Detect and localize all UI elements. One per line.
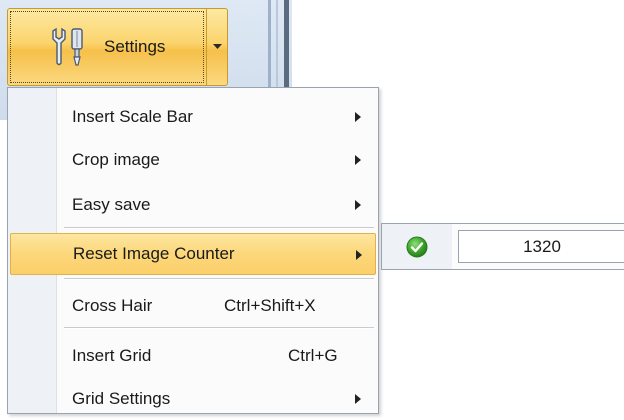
settings-split-button[interactable]: Settings xyxy=(7,8,228,86)
image-counter-input[interactable] xyxy=(458,230,624,263)
settings-label: Settings xyxy=(104,37,166,56)
menu-item-shortcut: Ctrl+Shift+X xyxy=(224,296,316,315)
settings-button[interactable]: Settings xyxy=(8,9,206,85)
menu-item-label: Insert Scale Bar xyxy=(72,107,193,126)
menu-separator xyxy=(64,227,374,229)
menu-item-label: Crop image xyxy=(72,150,160,169)
settings-dropdown-menu: Insert Scale Bar Crop image Easy save Re… xyxy=(7,87,379,414)
ribbon-divider xyxy=(276,0,278,96)
menu-separator xyxy=(64,327,374,329)
menu-item-insert-scale-bar[interactable]: Insert Scale Bar xyxy=(8,96,378,138)
menu-item-easy-save[interactable]: Easy save xyxy=(8,184,378,226)
chevron-down-icon xyxy=(213,44,222,49)
submenu-arrow-icon xyxy=(355,112,361,122)
menu-separator xyxy=(64,278,374,280)
menu-item-label: Insert Grid xyxy=(72,346,152,365)
wrench-screwdriver-icon xyxy=(52,27,83,66)
reset-counter-submenu xyxy=(381,223,624,270)
menu-item-reset-image-counter[interactable]: Reset Image Counter xyxy=(10,233,376,275)
menu-item-label: Cross Hair xyxy=(72,296,153,315)
menu-item-label: Grid Settings xyxy=(72,389,171,408)
submenu-arrow-icon xyxy=(356,250,362,260)
settings-dropdown-arrow[interactable] xyxy=(206,9,228,85)
menu-item-shortcut: Ctrl+G xyxy=(288,346,338,365)
green-check-icon[interactable] xyxy=(406,236,428,258)
ribbon-divider xyxy=(268,0,271,96)
menu-item-label: Reset Image Counter xyxy=(73,244,235,263)
menu-item-crop-image[interactable]: Crop image xyxy=(8,139,378,181)
menu-item-insert-grid[interactable]: Insert Grid Ctrl+G xyxy=(8,335,378,377)
ribbon-divider xyxy=(284,0,289,96)
submenu-arrow-icon xyxy=(355,200,361,210)
submenu-arrow-icon xyxy=(355,394,361,404)
menu-item-label: Easy save xyxy=(72,195,151,214)
menu-item-cross-hair[interactable]: Cross Hair Ctrl+Shift+X xyxy=(8,285,378,327)
submenu-arrow-icon xyxy=(355,155,361,165)
